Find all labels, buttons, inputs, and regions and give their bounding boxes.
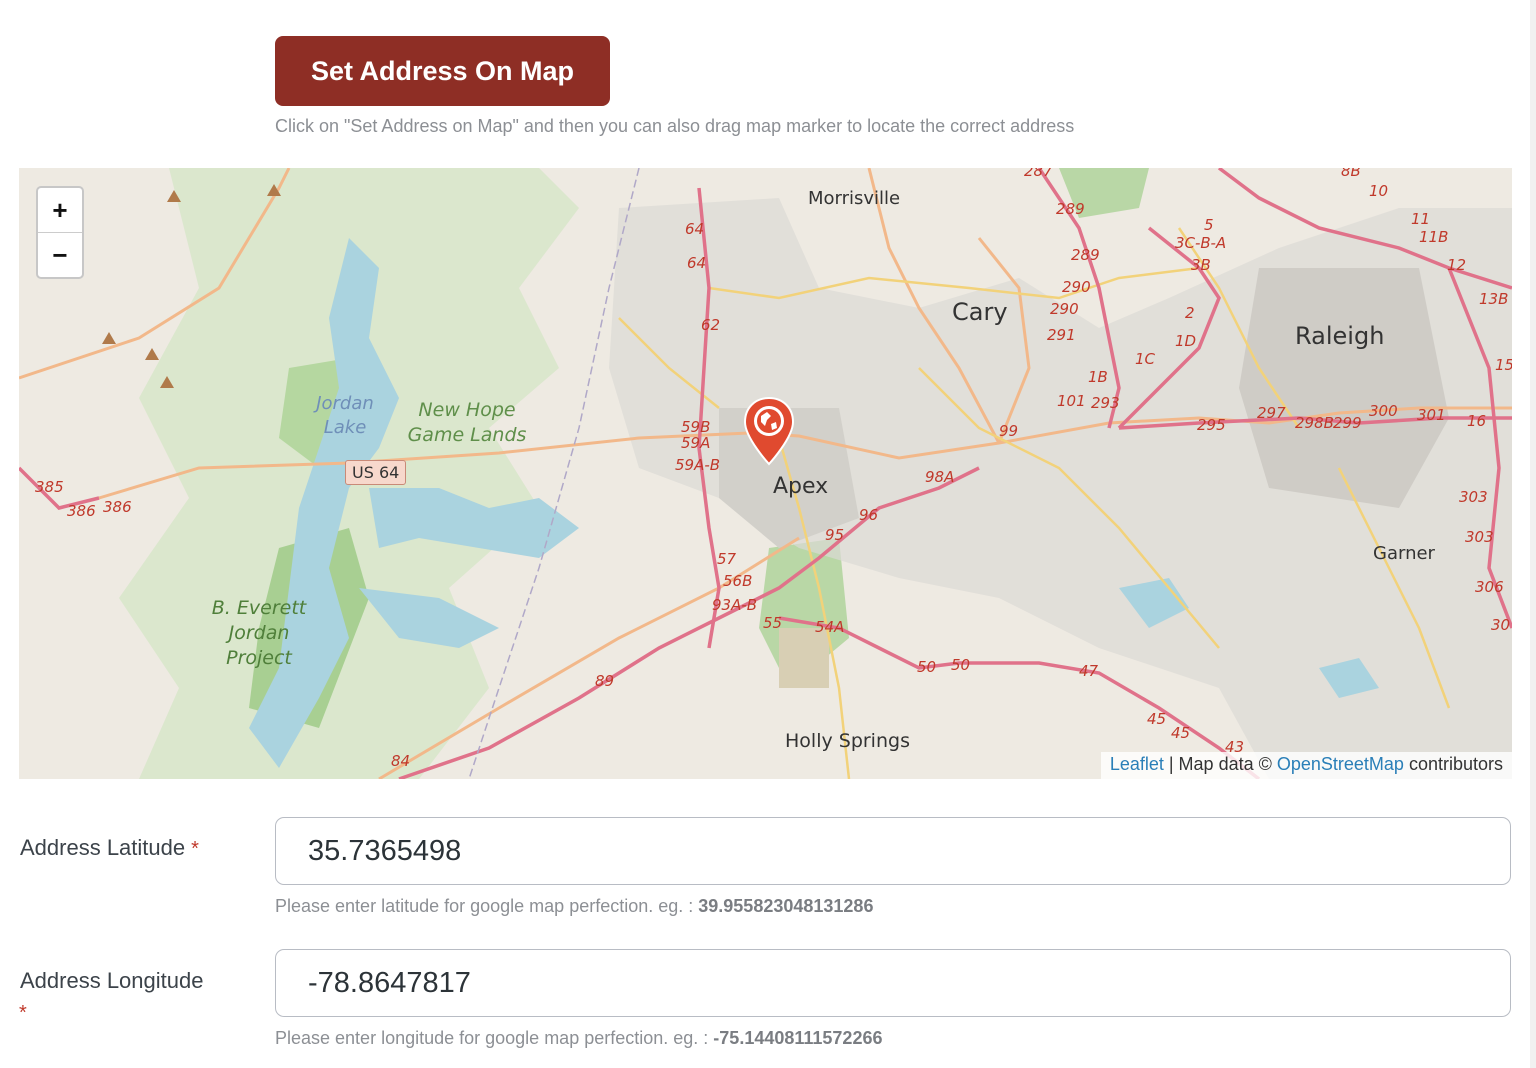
longitude-help-text: Please enter longitude for google map pe… xyxy=(275,1028,882,1049)
road-shield: 301 xyxy=(1417,406,1446,424)
longitude-label: Address Longitude xyxy=(20,968,203,994)
road-shield: 303 xyxy=(1459,488,1488,506)
zoom-out-button[interactable]: − xyxy=(38,233,82,277)
road-shield: 297 xyxy=(1257,404,1286,422)
road-shield: 2 xyxy=(1185,304,1195,322)
road-shield: 64 xyxy=(685,220,705,238)
longitude-label-text: Address Longitude xyxy=(20,968,204,993)
road-shield: 45 xyxy=(1147,710,1167,728)
road-shield: 15 xyxy=(1495,356,1512,374)
road-shield: 89 xyxy=(595,672,615,690)
map-container[interactable]: + − Morrisville Cary Raleigh Apex Garner… xyxy=(19,168,1512,779)
road-shield: 293 xyxy=(1091,394,1120,412)
latitude-label: Address Latitude * xyxy=(20,835,199,861)
latitude-label-text: Address Latitude xyxy=(20,835,186,860)
map-label-morrisville: Morrisville xyxy=(808,188,901,209)
map-label-new-hope: New Hope Game Lands xyxy=(407,399,527,446)
road-shield: 289 xyxy=(1056,200,1085,218)
road-shield: 50 xyxy=(951,656,971,674)
road-shield: 11 xyxy=(1411,210,1431,228)
map-label-holly-springs: Holly Springs xyxy=(785,730,910,752)
road-shield: 101 xyxy=(1057,392,1086,410)
road-shield: 59A-B xyxy=(675,456,721,474)
road-shield: 5 xyxy=(1204,216,1214,234)
road-shield: 287 xyxy=(1024,168,1053,180)
road-shield: 59A xyxy=(681,434,711,452)
attribution-contributors: contributors xyxy=(1403,754,1503,774)
map-tiles[interactable] xyxy=(19,168,1512,779)
road-shield: 57 xyxy=(717,550,737,568)
us64-road-badge: US 64 xyxy=(345,460,407,485)
road-shield: 386 xyxy=(103,498,132,516)
map-label-everett: B. Everett Jordan Project xyxy=(211,597,307,669)
longitude-help-prefix: Please enter longitude for google map pe… xyxy=(275,1028,714,1048)
road-shield: 54A xyxy=(815,618,845,636)
road-shield: 1B xyxy=(1088,368,1108,386)
latitude-help-text: Please enter latitude for google map per… xyxy=(275,896,873,917)
road-shield: 96 xyxy=(859,506,879,524)
page-scrollbar[interactable] xyxy=(1530,0,1536,1068)
leaflet-link[interactable]: Leaflet xyxy=(1110,754,1164,774)
road-shield: 45 xyxy=(1171,724,1191,742)
road-shield: 11B xyxy=(1419,228,1449,246)
road-shield: 1C xyxy=(1135,350,1156,368)
road-shield: 289 xyxy=(1071,246,1100,264)
road-shield: 95 xyxy=(825,526,845,544)
map-label-apex: Apex xyxy=(773,474,829,499)
road-shield: 99 xyxy=(999,422,1019,440)
map-attribution: Leaflet | Map data © OpenStreetMap contr… xyxy=(1100,752,1512,779)
latitude-example-value: 39.955823048131286 xyxy=(698,896,874,916)
road-shield: 290 xyxy=(1050,300,1079,318)
road-shield: 300 xyxy=(1369,402,1398,420)
longitude-example-value: -75.14408111572266 xyxy=(713,1028,883,1048)
map-label-cary: Cary xyxy=(952,298,1008,326)
map-label-raleigh: Raleigh xyxy=(1295,322,1385,350)
road-shield: 50 xyxy=(917,658,937,676)
road-shield: 13B xyxy=(1479,290,1509,308)
road-shield: 30 xyxy=(1491,616,1511,634)
road-shield: 299 xyxy=(1333,414,1362,432)
road-shield: 1D xyxy=(1175,332,1197,350)
road-shield: 10 xyxy=(1369,182,1389,200)
road-shield: 93A-B xyxy=(712,596,758,614)
road-shield: 295 xyxy=(1197,416,1226,434)
road-shield: 8B xyxy=(1341,168,1361,180)
road-shield: 62 xyxy=(701,316,721,334)
latitude-help-prefix: Please enter latitude for google map per… xyxy=(275,896,699,916)
map-label-jordan-lake: Jordan Lake xyxy=(316,393,374,438)
road-shield: 385 xyxy=(35,478,64,496)
road-shield: 291 xyxy=(1047,326,1076,344)
road-shield: 386 xyxy=(67,502,96,520)
map-hint-text: Click on "Set Address on Map" and then y… xyxy=(275,116,1075,136)
road-shield: 12 xyxy=(1447,256,1467,274)
road-shield: 55 xyxy=(763,614,783,632)
openstreetmap-link[interactable]: OpenStreetMap xyxy=(1277,754,1404,774)
road-shield: 306 xyxy=(1475,578,1504,596)
road-shield: 303 xyxy=(1465,528,1494,546)
road-shield: 98A xyxy=(925,468,955,486)
road-shield: 290 xyxy=(1062,278,1091,296)
required-asterisk: * xyxy=(19,1002,27,1024)
longitude-input[interactable] xyxy=(275,949,1511,1017)
road-shield: 64 xyxy=(687,254,707,272)
latitude-input[interactable] xyxy=(275,817,1511,885)
road-shield: 47 xyxy=(1079,662,1099,680)
road-shield: 16 xyxy=(1467,412,1487,430)
set-address-on-map-button[interactable]: Set Address On Map xyxy=(275,36,610,106)
map-label-garner: Garner xyxy=(1373,543,1435,564)
road-shield: 56B xyxy=(723,572,753,590)
road-shield: 3B xyxy=(1191,256,1211,274)
map-marker-pin-icon[interactable] xyxy=(743,396,795,466)
road-shield: 298B xyxy=(1295,414,1334,432)
required-asterisk: * xyxy=(191,838,199,860)
zoom-control: + − xyxy=(36,186,84,279)
road-shield: 84 xyxy=(391,752,411,770)
road-shield: 3C-B-A xyxy=(1175,234,1227,252)
zoom-in-button[interactable]: + xyxy=(38,188,82,233)
attribution-separator: | Map data © xyxy=(1163,754,1277,774)
